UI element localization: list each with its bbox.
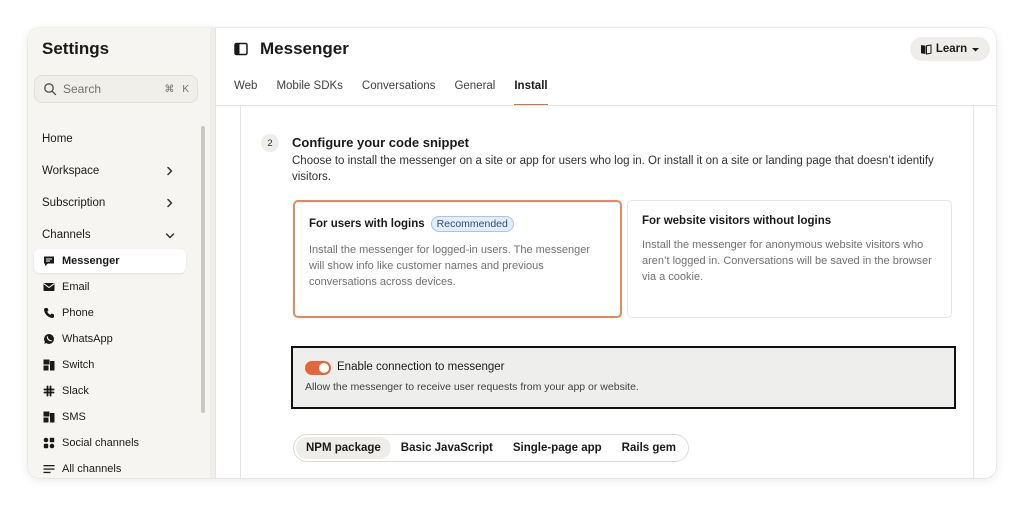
sidebar-item-label: WhatsApp: [62, 333, 113, 345]
sidebar-scrollbar[interactable]: [201, 126, 205, 413]
sidebar-item-subscription[interactable]: Subscription: [42, 197, 105, 209]
sidebar-item-whatsapp[interactable]: WhatsApp: [34, 327, 186, 351]
whatsapp-icon: [42, 332, 56, 346]
email-icon: [42, 280, 56, 294]
sidebar-item-all-channels[interactable]: All channels: [34, 457, 186, 478]
sidebar-item-phone[interactable]: Phone: [34, 301, 186, 325]
recommended-badge: Recommended: [430, 216, 514, 232]
phone-icon: [42, 306, 56, 320]
sidebar-item-slack[interactable]: Slack: [34, 379, 186, 403]
sidebar-title: Settings: [42, 39, 110, 58]
install-card: 2 Configure your code snippet Choose to …: [240, 106, 974, 478]
step-number: 2: [261, 134, 279, 152]
toggle-knob: [319, 363, 329, 373]
option-description: Install the messenger for anonymous webs…: [642, 239, 932, 283]
option-description: Install the messenger for logged-in user…: [309, 244, 591, 288]
search-icon: [44, 83, 57, 96]
toggle-description: Allow the messenger to receive user requ…: [305, 381, 639, 393]
search-placeholder: Search: [63, 82, 102, 96]
sms-icon: [42, 410, 56, 424]
main-content: Messenger Learn Web Mobile SDKs Conversa…: [216, 28, 996, 478]
learn-label: Learn: [935, 43, 968, 55]
tab-bar: Web Mobile SDKs Conversations General In…: [234, 80, 567, 106]
book-icon: [920, 44, 932, 55]
option-title: For users with logins Recommended: [309, 216, 606, 232]
option-title-text: For users with logins: [309, 218, 425, 230]
sidebar-item-label: Phone: [62, 307, 94, 319]
sidebar-item-email[interactable]: Email: [34, 275, 186, 299]
section-title: Configure your code snippet: [292, 135, 469, 150]
search-input[interactable]: Search ⌘ K: [34, 75, 198, 103]
sidebar-item-sms[interactable]: SMS: [34, 405, 186, 429]
sidebar-item-label: All channels: [62, 463, 122, 475]
tab-general[interactable]: General: [454, 80, 495, 106]
tab-install[interactable]: Install: [514, 80, 548, 106]
page-title: Messenger: [260, 39, 349, 58]
option-title-text: For website visitors without logins: [642, 215, 832, 227]
sidebar-item-social-channels[interactable]: Social channels: [34, 431, 186, 455]
chevron-down-icon[interactable]: [164, 230, 176, 242]
chevron-right-icon[interactable]: [164, 165, 176, 177]
sidebar-item-workspace[interactable]: Workspace: [42, 165, 99, 177]
sidebar-item-label: Switch: [62, 359, 95, 371]
slack-icon: [42, 384, 56, 398]
learn-button[interactable]: Learn: [910, 37, 990, 61]
social-channels-icon: [42, 436, 56, 450]
settings-window: Settings Search ⌘ K Home Workspace Subsc…: [28, 28, 996, 478]
caret-down-icon: [972, 47, 980, 51]
install-method-selector: NPM package Basic JavaScript Single-page…: [293, 434, 689, 462]
sidebar-item-label: Social channels: [62, 437, 140, 449]
tab-conversations[interactable]: Conversations: [362, 80, 436, 106]
connection-panel: Enable connection to messenger Allow the…: [291, 346, 956, 409]
switch-icon: [42, 358, 56, 372]
sidebar-item-label: Slack: [62, 385, 89, 397]
enable-connection-toggle[interactable]: [305, 361, 331, 375]
sidebar-item-label: SMS: [62, 411, 86, 423]
section-description: Choose to install the messenger on a sit…: [292, 155, 934, 183]
messenger-icon: [42, 254, 56, 268]
option-visitors-without-logins[interactable]: For website visitors without logins Inst…: [627, 200, 952, 318]
shortcut-key: K: [182, 83, 189, 95]
sidebar-item-channels[interactable]: Channels: [42, 229, 91, 241]
chevron-right-icon[interactable]: [164, 197, 176, 209]
tab-web[interactable]: Web: [234, 80, 257, 106]
toggle-label: Enable connection to messenger: [337, 361, 505, 373]
sidebar: Settings Search ⌘ K Home Workspace Subsc…: [28, 28, 210, 478]
sidebar-item-label: Messenger: [62, 255, 120, 267]
sidebar-item-home[interactable]: Home: [42, 133, 73, 145]
sidebar-item-label: Email: [62, 281, 90, 293]
method-single-page-app[interactable]: Single-page app: [503, 437, 612, 459]
method-rails-gem[interactable]: Rails gem: [612, 437, 686, 459]
option-title: For website visitors without logins: [642, 215, 937, 227]
method-basic-javascript[interactable]: Basic JavaScript: [391, 437, 503, 459]
sidebar-item-messenger[interactable]: Messenger: [34, 249, 186, 273]
panel-toggle-icon[interactable]: [234, 42, 248, 56]
method-npm-package[interactable]: NPM package: [296, 437, 391, 459]
shortcut-cmd: ⌘: [164, 83, 175, 95]
tab-mobile-sdks[interactable]: Mobile SDKs: [276, 80, 342, 106]
option-users-with-logins[interactable]: For users with logins Recommended Instal…: [293, 200, 622, 318]
all-channels-icon: [42, 462, 56, 476]
sidebar-item-switch[interactable]: Switch: [34, 353, 186, 377]
